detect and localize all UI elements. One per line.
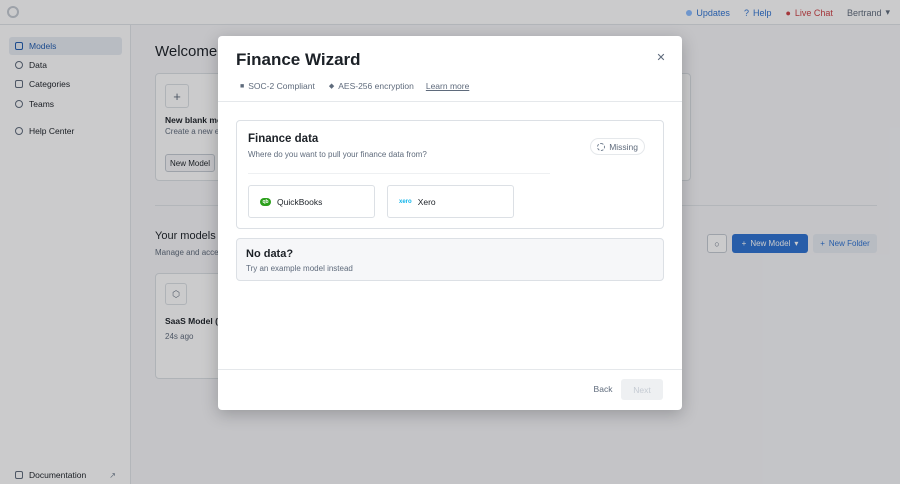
shield-icon: ■ — [240, 82, 245, 90]
dialog-footer-divider — [218, 369, 682, 370]
next-button[interactable]: Next — [621, 379, 663, 400]
quickbooks-option[interactable]: qb QuickBooks — [248, 185, 375, 218]
finance-data-title: Finance data — [248, 133, 319, 145]
soc2-label: SOC-2 Compliant — [248, 81, 315, 91]
soc2-badge: ■ SOC-2 Compliant — [236, 78, 319, 94]
key-icon: ◆ — [328, 83, 335, 90]
xero-label: Xero — [417, 196, 436, 207]
status-label: Missing — [609, 141, 638, 152]
dialog-title: Finance Wizard — [236, 50, 361, 69]
finance-data-subtitle: Where do you want to pull your finance d… — [248, 150, 427, 159]
finance-wizard-dialog: Finance Wizard ✕ ■ SOC-2 Compliant ◆ AES… — [218, 36, 682, 410]
xero-option[interactable]: xero Xero — [387, 185, 514, 218]
panel-divider — [248, 173, 550, 174]
no-data-subtitle: Try an example model instead — [246, 264, 353, 273]
back-button[interactable]: Back — [586, 379, 620, 399]
dialog-header-divider — [218, 101, 682, 102]
quickbooks-label: QuickBooks — [277, 196, 323, 207]
security-badges: ■ SOC-2 Compliant ◆ AES-256 encryption L… — [236, 78, 469, 94]
no-data-title: No data? — [246, 248, 294, 260]
close-icon[interactable]: ✕ — [655, 51, 667, 64]
encryption-label: AES-256 encryption — [338, 81, 414, 91]
quickbooks-logo-icon: qb — [260, 197, 271, 206]
finance-data-panel: Finance data Where do you want to pull y… — [236, 120, 664, 229]
no-data-panel[interactable]: No data? Try an example model instead — [236, 238, 664, 281]
spinner-icon — [597, 142, 606, 151]
learn-more-link[interactable]: Learn more — [426, 81, 469, 91]
status-badge: Missing — [590, 138, 645, 155]
encryption-badge: ◆ AES-256 encryption — [325, 78, 418, 94]
xero-logo-icon: xero — [399, 198, 412, 205]
